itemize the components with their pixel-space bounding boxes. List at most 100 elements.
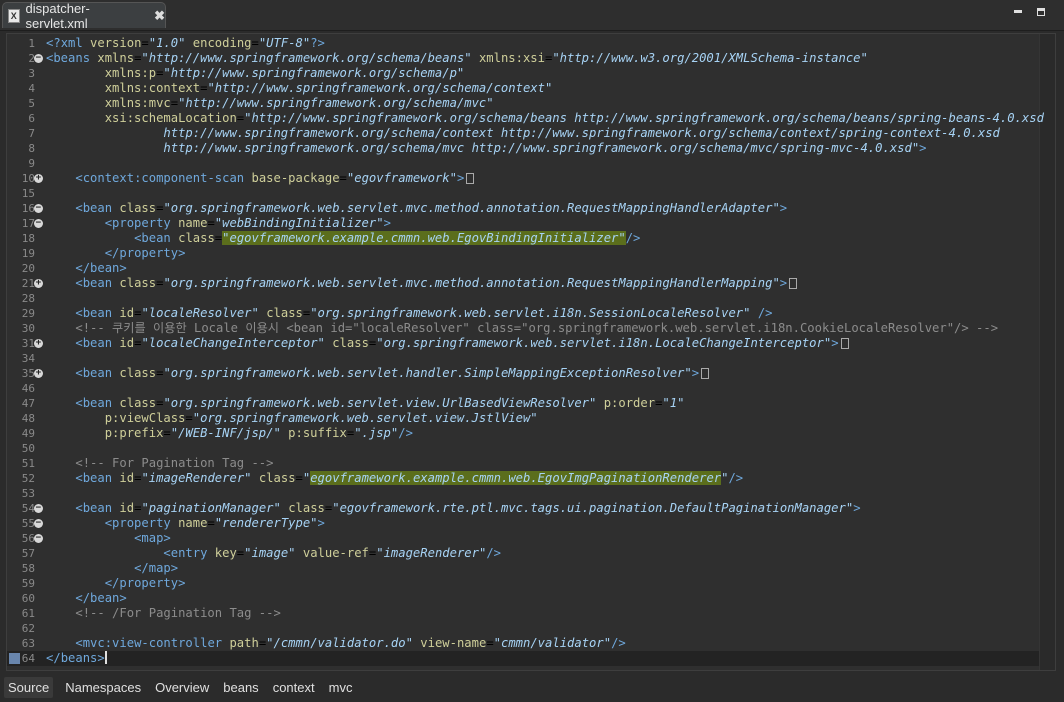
line-number: 62 <box>21 622 35 635</box>
tab-beans[interactable]: beans <box>221 677 260 698</box>
code-text: </beans> <box>46 651 107 665</box>
code-line[interactable]: 61 <!-- /For Pagination Tag --> <box>7 606 1039 621</box>
code-line[interactable]: 4 xmlns:context="http://www.springframew… <box>7 81 1039 96</box>
tab-title: dispatcher-servlet.xml <box>25 0 90 31</box>
code-editor[interactable]: 1 <?xml version="1.0" encoding="UTF-8"?> 2… <box>6 33 1056 671</box>
line-number: 49 <box>21 427 35 440</box>
line-number: 34 <box>21 352 35 365</box>
tab-source[interactable]: Source <box>4 677 54 698</box>
code-line[interactable]: 58 </map> <box>7 561 1039 576</box>
line-number: 64 <box>21 652 35 665</box>
line-number: 54 <box>21 502 35 515</box>
code-text: p:viewClass="org.springframework.web.ser… <box>104 411 538 425</box>
code-text: <!-- /For Pagination Tag --> <box>75 606 281 620</box>
code-line[interactable]: 5 xmlns:mvc="http://www.springframework.… <box>7 96 1039 111</box>
code-text: xsi:schemaLocation="http://www.springfra… <box>104 111 1044 125</box>
collapse-fold-icon[interactable]: − <box>34 204 43 213</box>
code-text: p:prefix="/WEB-INF/jsp/" p:suffix=".jsp"… <box>104 426 413 440</box>
minimize-icon[interactable] <box>1012 6 1024 18</box>
code-line[interactable]: 34 <box>7 351 1039 366</box>
collapse-fold-icon[interactable]: − <box>34 504 43 513</box>
line-number: 18 <box>21 232 35 245</box>
line-number: 10 <box>21 172 35 185</box>
line-number: 48 <box>21 412 35 425</box>
code-line[interactable]: 31 + <bean id="localeChangeInterceptor" c… <box>7 336 1039 351</box>
code-line[interactable]: 59 </property> <box>7 576 1039 591</box>
expand-fold-icon[interactable]: + <box>34 339 43 348</box>
vertical-scrollbar[interactable] <box>1039 34 1055 670</box>
line-number: 6 <box>28 112 35 125</box>
code-line[interactable]: 28 <box>7 291 1039 306</box>
code-text: </map> <box>134 561 179 575</box>
collapse-fold-icon[interactable]: − <box>34 54 43 63</box>
code-line[interactable]: 10 + <context:component-scan base-package… <box>7 171 1039 186</box>
code-line[interactable]: 2− <beans xmlns="http://www.springframewo… <box>7 51 1039 66</box>
code-line[interactable]: 35 + <bean class="org.springframework.web… <box>7 366 1039 381</box>
code-line[interactable]: 53 <box>7 486 1039 501</box>
code-line[interactable]: 63 <mvc:view-controller path="/cmmn/vali… <box>7 636 1039 651</box>
line-number: 56 <box>21 532 35 545</box>
code-line[interactable]: 56− <map> <box>7 531 1039 546</box>
code-line[interactable]: 54− <bean id="paginationManager" class="… <box>7 501 1039 516</box>
code-line[interactable]: 1 <?xml version="1.0" encoding="UTF-8"?> <box>7 36 1039 51</box>
code-text: <beans xmlns="http://www.springframework… <box>46 51 868 65</box>
code-text: <bean class="org.springframework.web.ser… <box>46 276 798 291</box>
line-number: 51 <box>21 457 35 470</box>
code-line[interactable]: 16− <bean class="org.springframework.web… <box>7 201 1039 216</box>
code-line[interactable]: 17− <property name="webBindingInitialize… <box>7 216 1039 231</box>
line-number: 8 <box>28 142 35 155</box>
line-number: 55 <box>21 517 35 530</box>
code-line[interactable]: 50 <box>7 441 1039 456</box>
expand-fold-icon[interactable]: + <box>34 174 43 183</box>
code-line[interactable]: 62 <box>7 621 1039 636</box>
collapse-fold-icon[interactable]: − <box>34 534 43 543</box>
line-number: 61 <box>21 607 35 620</box>
tab-namespaces[interactable]: Namespaces <box>63 677 143 698</box>
code-line[interactable]: 49 p:prefix="/WEB-INF/jsp/" p:suffix=".j… <box>7 426 1039 441</box>
code-line[interactable]: 47 <bean class="org.springframework.web.… <box>7 396 1039 411</box>
code-line[interactable]: 18 <bean class="egovframework.example.cm… <box>7 231 1039 246</box>
code-line[interactable]: 48 p:viewClass="org.springframework.web.… <box>7 411 1039 426</box>
code-line[interactable]: 64 </beans> <box>7 651 1039 666</box>
code-line[interactable]: 46 <box>7 381 1039 396</box>
code-text: <bean class="org.springframework.web.ser… <box>75 201 788 215</box>
code-line[interactable]: 15 <box>7 186 1039 201</box>
collapse-fold-icon[interactable]: − <box>34 219 43 228</box>
collapse-fold-icon[interactable]: − <box>34 519 43 528</box>
code-line[interactable]: 52 <bean id="imageRenderer" class="egovf… <box>7 471 1039 486</box>
line-number: 53 <box>21 487 35 500</box>
expand-fold-icon[interactable]: + <box>34 369 43 378</box>
code-line[interactable]: 60 </bean> <box>7 591 1039 606</box>
line-number: 21 <box>21 277 35 290</box>
editor-bottom-tabs: Source Namespaces Overview beans context mvc <box>0 673 1064 702</box>
line-number: 15 <box>21 187 35 200</box>
line-number: 4 <box>28 82 35 95</box>
code-text: http://www.springframework.org/schema/mv… <box>163 141 927 155</box>
code-line[interactable]: 51 <!-- For Pagination Tag --> <box>7 456 1039 471</box>
close-icon[interactable]: ✖ <box>154 8 165 24</box>
line-number: 16 <box>21 202 35 215</box>
code-line[interactable]: 9 <box>7 156 1039 171</box>
tab-overview[interactable]: Overview <box>153 677 211 698</box>
line-number: 3 <box>28 67 35 80</box>
line-number: 20 <box>21 262 35 275</box>
tab-mvc[interactable]: mvc <box>327 677 355 698</box>
code-line[interactable]: 8 http://www.springframework.org/schema/… <box>7 141 1039 156</box>
code-line[interactable]: 21 + <bean class="org.springframework.web… <box>7 276 1039 291</box>
expand-fold-icon[interactable]: + <box>34 279 43 288</box>
code-line[interactable]: 29 <bean id="localeResolver" class="org.… <box>7 306 1039 321</box>
code-line[interactable]: 57 <entry key="image" value-ref="imageRe… <box>7 546 1039 561</box>
tab-context[interactable]: context <box>271 677 317 698</box>
code-line[interactable]: 7 http://www.springframework.org/schema/… <box>7 126 1039 141</box>
code-line[interactable]: 19 </property> <box>7 246 1039 261</box>
code-line[interactable]: 55− <property name="rendererType"> <box>7 516 1039 531</box>
editor-tab[interactable]: X dispatcher-servlet.xml ✖ <box>2 0 166 31</box>
maximize-icon[interactable] <box>1036 6 1048 18</box>
line-number: 29 <box>21 307 35 320</box>
code-text: <map> <box>134 531 171 545</box>
code-line[interactable]: 6 xsi:schemaLocation="http://www.springf… <box>7 111 1044 126</box>
code-text: <!-- For Pagination Tag --> <box>75 456 274 470</box>
code-line[interactable]: 3 xmlns:p="http://www.springframework.or… <box>7 66 1039 81</box>
code-line[interactable]: 20 </bean> <box>7 261 1039 276</box>
code-line[interactable]: 30 <!-- 쿠키를 이용한 Locale 이용시 <bean id="loc… <box>7 321 1039 336</box>
